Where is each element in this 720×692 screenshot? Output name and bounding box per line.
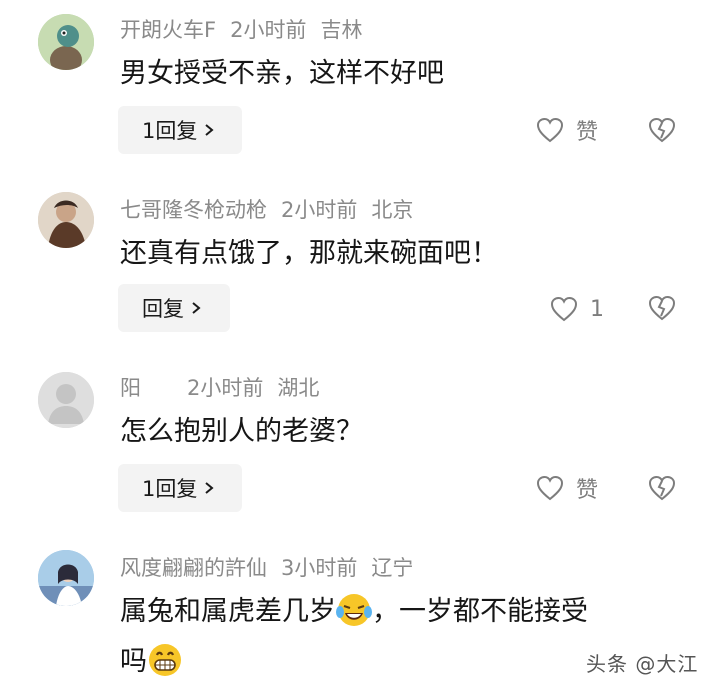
comment-meta: 阳 2小时前 湖北 xyxy=(120,374,319,402)
like-label: 赞 xyxy=(576,120,599,145)
username[interactable]: 开朗火车F xyxy=(120,18,216,42)
broken-heart-icon[interactable] xyxy=(648,294,676,322)
broken-heart-icon[interactable] xyxy=(648,474,676,502)
reply-label: 回复 xyxy=(142,297,184,321)
comment-text: 属兔和属虎差几岁 ，一岁都不能接受 xyxy=(120,592,588,632)
avatar[interactable] xyxy=(38,14,94,70)
timestamp: 2小时前 xyxy=(281,198,358,222)
grinning-emoji-icon xyxy=(149,644,181,676)
comment-meta: 七哥隆冬枪动枪 2小时前 北京 xyxy=(120,196,413,224)
chevron-right-icon xyxy=(205,482,214,494)
like-count: 1 xyxy=(590,296,604,322)
location: 辽宁 xyxy=(371,556,414,580)
heart-icon xyxy=(536,475,564,501)
comment-text: 男女授受不亲，这样不好吧 xyxy=(120,58,444,89)
anime-girl-avatar-icon xyxy=(38,550,94,606)
green-creature-avatar-icon xyxy=(38,14,94,70)
default-avatar-icon xyxy=(38,372,94,428)
watermark: 头条 @大江 xyxy=(586,652,699,676)
portrait-avatar-icon xyxy=(38,192,94,248)
comment-text-part: 吗 xyxy=(120,646,147,677)
like-button[interactable]: 赞 xyxy=(536,115,598,145)
broken-heart-icon[interactable] xyxy=(648,116,676,144)
reply-label: 1回复 xyxy=(142,477,198,501)
reply-button[interactable]: 1回复 xyxy=(118,464,242,512)
timestamp: 2小时前 xyxy=(187,376,264,400)
location: 湖北 xyxy=(277,376,320,400)
comment-text-part: 属兔和属虎差几岁 xyxy=(120,596,336,627)
comment-text: 怎么抱别人的老婆？ xyxy=(120,416,363,447)
like-label: 赞 xyxy=(576,478,599,503)
comment-text-part: ，一岁都不能接受 xyxy=(372,596,588,627)
location: 吉林 xyxy=(320,18,363,42)
like-button[interactable]: 1 xyxy=(550,294,604,324)
reply-label: 1回复 xyxy=(142,119,198,143)
chevron-right-icon xyxy=(192,302,201,314)
comment-text-line2: 吗 xyxy=(120,642,183,682)
username[interactable]: 七哥隆冬枪动枪 xyxy=(120,198,267,222)
username[interactable]: 阳 xyxy=(120,376,141,400)
chevron-right-icon xyxy=(205,124,214,136)
like-button[interactable]: 赞 xyxy=(536,473,598,503)
location: 北京 xyxy=(371,198,414,222)
heart-icon xyxy=(550,296,578,322)
comment-meta: 风度翩翩的許仙 3小时前 辽宁 xyxy=(120,554,413,582)
reply-button[interactable]: 1回复 xyxy=(118,106,242,154)
crying-laughing-emoji-icon xyxy=(336,594,372,626)
avatar[interactable] xyxy=(38,372,94,428)
username[interactable]: 风度翩翩的許仙 xyxy=(120,556,267,580)
heart-icon xyxy=(536,117,564,143)
timestamp: 3小时前 xyxy=(281,556,358,580)
comment-meta: 开朗火车F 2小时前 吉林 xyxy=(120,16,362,44)
avatar[interactable] xyxy=(38,192,94,248)
timestamp: 2小时前 xyxy=(230,18,307,42)
comment-text: 还真有点饿了，那就来碗面吧！ xyxy=(120,238,498,269)
avatar[interactable] xyxy=(38,550,94,606)
reply-button[interactable]: 回复 xyxy=(118,284,230,332)
